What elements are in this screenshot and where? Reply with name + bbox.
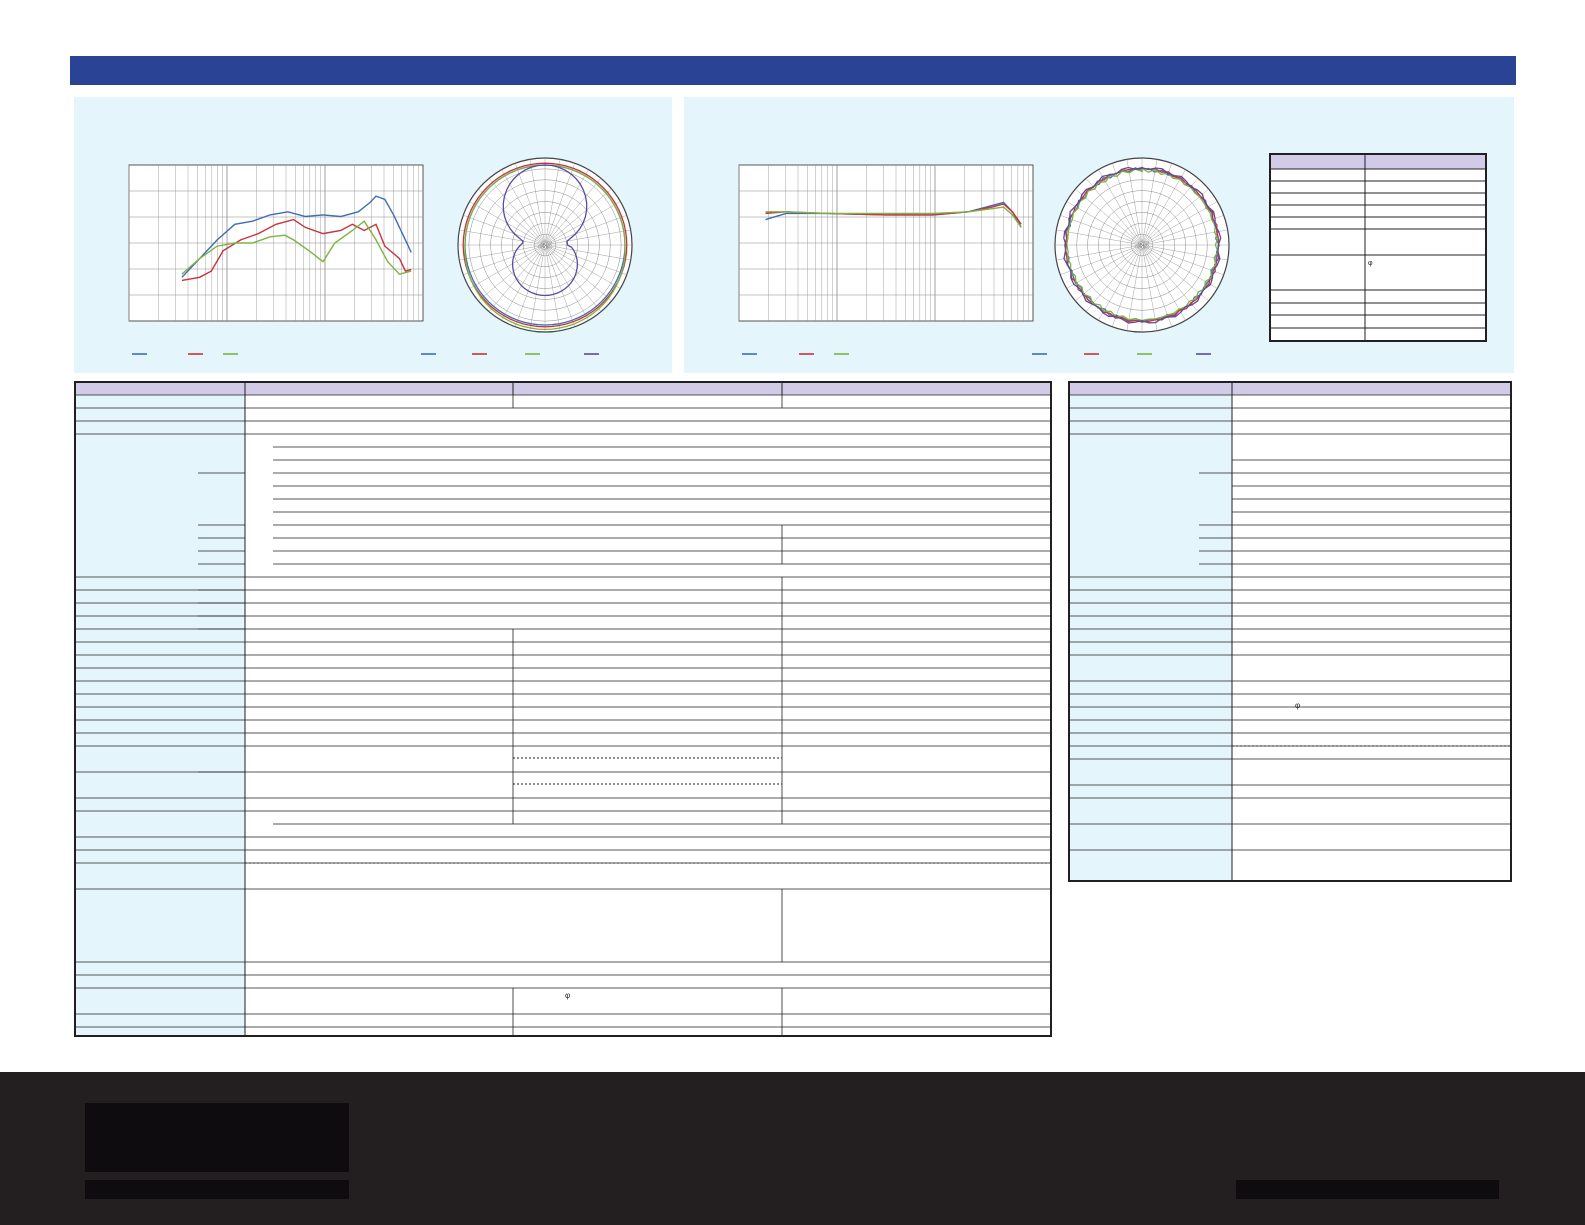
main-table-label-col-head [76, 383, 245, 395]
side-table-label-column [1070, 395, 1232, 880]
brand-tagline-block [85, 1180, 349, 1199]
right-chart-panel: -35 φ [684, 97, 1514, 373]
side-table-header [1070, 383, 1510, 395]
mini-table-header [1271, 155, 1485, 169]
right-frequency-chart [738, 164, 1034, 322]
left-polar-chart: -35 [457, 157, 633, 333]
mini-spec-table: φ [1269, 153, 1487, 342]
polar-center-label: -35 [1135, 241, 1150, 252]
right-polar-chart: -35 [1054, 157, 1230, 333]
brand-logo-block [85, 1103, 349, 1172]
spec-table-side: φ [1068, 381, 1512, 882]
polar-center-label: -35 [538, 241, 553, 252]
left-frequency-chart [128, 164, 424, 322]
spec-table-main: φ [74, 381, 1052, 1037]
side-table-symbol: φ [1295, 701, 1300, 710]
main-table-frame [74, 381, 1052, 1037]
side-table-frame [1068, 381, 1512, 882]
main-table-header [76, 383, 1050, 395]
main-table-label-column [76, 395, 245, 1035]
left-panel-graphics: -35 [128, 157, 633, 355]
right-panel-graphics: -35 φ [738, 153, 1487, 355]
mini-table-frame [1269, 153, 1487, 342]
left-chart-panel: -35 [74, 97, 672, 373]
mini-table-symbol: φ [1368, 260, 1373, 267]
main-table-symbol: φ [565, 991, 570, 1000]
footer-info-strip [1236, 1180, 1499, 1199]
header-bar [70, 56, 1516, 85]
